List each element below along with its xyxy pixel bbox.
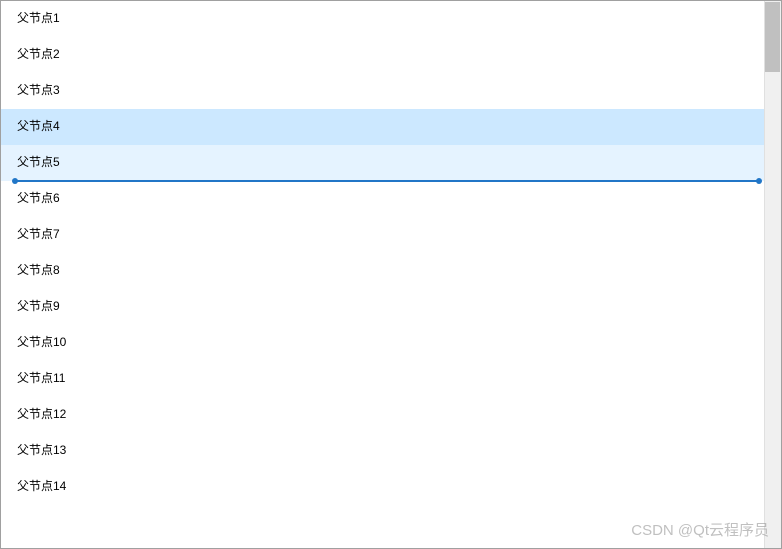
tree-item-label: 父节点6: [17, 181, 60, 211]
tree-item-label: 父节点3: [17, 73, 60, 103]
tree-item-label: 父节点13: [17, 433, 66, 463]
tree-item-label: 父节点5: [17, 145, 60, 175]
tree-item-label: 父节点2: [17, 37, 60, 67]
tree-item[interactable]: 父节点10: [1, 325, 764, 361]
tree-item-label: 父节点8: [17, 253, 60, 283]
tree-container: 父节点1 父节点2 父节点3 父节点4 父节点5 父节点6 父节点7 父节点8 父节点9 父节点1…: [0, 0, 782, 549]
tree-item-label: 父节点11: [17, 361, 65, 391]
tree-item[interactable]: 父节点7: [1, 217, 764, 253]
tree-item[interactable]: 父节点9: [1, 289, 764, 325]
tree-list[interactable]: 父节点1 父节点2 父节点3 父节点4 父节点5 父节点6 父节点7 父节点8 父节点9 父节点1…: [1, 1, 764, 548]
drop-indicator: [15, 180, 759, 182]
tree-item[interactable]: 父节点1: [1, 1, 764, 37]
scrollbar-thumb[interactable]: [765, 2, 780, 72]
tree-item-label: 父节点9: [17, 289, 60, 319]
tree-item[interactable]: 父节点14: [1, 469, 764, 505]
tree-item-label: 父节点12: [17, 397, 66, 427]
tree-item[interactable]: 父节点11: [1, 361, 764, 397]
tree-item-label: 父节点7: [17, 217, 60, 247]
tree-item[interactable]: 父节点6: [1, 181, 764, 217]
vertical-scrollbar[interactable]: [764, 1, 781, 548]
tree-item-label: 父节点10: [17, 325, 66, 355]
tree-item[interactable]: 父节点13: [1, 433, 764, 469]
tree-item[interactable]: 父节点8: [1, 253, 764, 289]
tree-item-label: 父节点4: [17, 109, 60, 139]
tree-item-label: 父节点1: [17, 1, 60, 31]
tree-item[interactable]: 父节点5: [1, 145, 764, 181]
tree-item[interactable]: 父节点3: [1, 73, 764, 109]
tree-item[interactable]: 父节点2: [1, 37, 764, 73]
tree-item[interactable]: 父节点4: [1, 109, 764, 145]
tree-item-label: 父节点14: [17, 469, 66, 499]
tree-item[interactable]: 父节点12: [1, 397, 764, 433]
